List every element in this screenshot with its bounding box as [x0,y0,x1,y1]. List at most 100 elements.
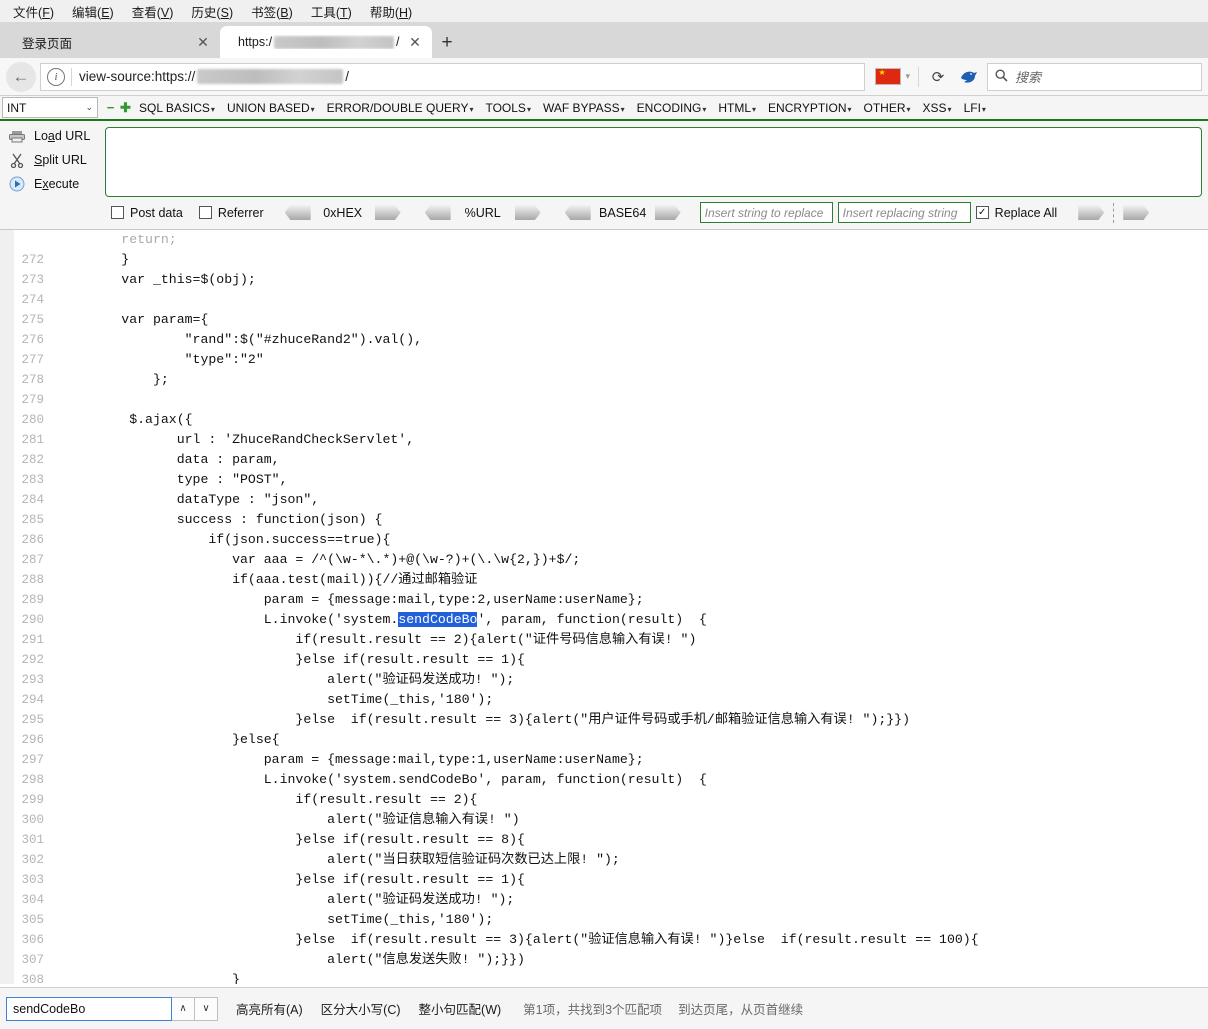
close-icon[interactable]: ✕ [406,33,424,51]
execute-button[interactable]: Execute [8,175,105,193]
source-line: 292 }else if(result.result == 1){ [0,650,1208,670]
source-line: 294 setTime(_this,'180'); [0,690,1208,710]
redacted-host [197,69,344,84]
hackbar-menu-lfi[interactable]: LFI▾ [958,101,992,115]
encode-url-button[interactable] [514,205,541,220]
source-line: 274 [0,290,1208,310]
tab-strip: 登录页面 ✕ https:// ✕ + [0,22,1208,58]
source-view[interactable]: return; 272 } 273 var _this=$(obj); 274 275 … [0,230,1208,984]
referrer-checkbox-group[interactable]: Referrer [198,206,264,220]
source-line: 303 }else if(result.result == 1){ [0,870,1208,890]
source-line: 305 setTime(_this,'180'); [0,910,1208,930]
find-previous-button[interactable]: ∧ [172,996,195,1021]
replace-apply-all-button[interactable] [1123,205,1150,220]
bird-extension-icon[interactable] [953,63,983,91]
encoder-base64: BASE64 [560,205,686,220]
encoder-url: %URL [420,205,546,220]
hackbar-menu-tools[interactable]: TOOLS▾ [479,101,536,115]
hackbar-menu-encryption[interactable]: ENCRYPTION▾ [762,101,857,115]
chevron-down-icon: ▾ [752,104,757,114]
post-data-checkbox[interactable] [111,206,124,219]
replace-search-input[interactable]: Insert string to replace [699,202,833,223]
menu-item-bookmarks[interactable]: 书签(B) [242,0,302,23]
line-content: "rand":$("#zhuceRand2").val(), [58,332,423,347]
decode-url-button[interactable] [424,205,451,220]
match-whole-words-button[interactable]: 整小句匹配(W) [419,999,502,1018]
source-line: 296 }else{ [0,730,1208,750]
replace-with-input[interactable]: Insert replacing string [837,202,971,223]
hackbar-menu-union-based[interactable]: UNION BASED▾ [221,101,321,115]
hackbar-menu-sql-basics[interactable]: SQL BASICS▾ [133,101,221,115]
tab-title-active: https:// [238,35,400,49]
search-input[interactable]: 搜索 [1015,67,1041,86]
line-content: alert("信息发送失败! ");}}) [58,952,525,967]
menu-item-help[interactable]: 帮助(H) [361,0,421,23]
source-line: 280 $.ajax({ [0,410,1208,430]
line-content: dataType : "json", [58,492,320,507]
find-input[interactable]: sendCodeBo [6,996,172,1021]
split-url-button[interactable]: Split URL [8,151,105,169]
source-line: 291 if(result.result == 2){alert("证件号码信息… [0,630,1208,650]
line-content: }else if(result.result == 1){ [58,872,525,887]
menu-item-file[interactable]: 文件(F) [4,0,63,23]
menu-item-view[interactable]: 查看(V) [123,0,183,23]
chevron-down-icon[interactable]: ▾ [905,71,910,82]
play-icon [8,175,26,193]
decode-hex-button[interactable] [284,205,311,220]
load-url-button[interactable]: Load URL [8,127,105,145]
int-type-select[interactable]: INT ⌄ [2,97,98,118]
menu-item-tools[interactable]: 工具(T) [302,0,361,23]
source-line: 299 if(result.result == 2){ [0,790,1208,810]
language-flag-button[interactable]: ▾ [871,68,914,85]
decrement-button[interactable]: − [103,100,118,115]
encode-hex-button[interactable] [374,205,401,220]
menu-item-history[interactable]: 历史(S) [182,0,242,23]
line-content: alert("验证信息输入有误! ") [58,812,520,827]
hackbar-menu-xss[interactable]: XSS▾ [917,101,958,115]
hackbar-menu-other[interactable]: OTHER▾ [858,101,917,115]
chevron-down-icon: ▾ [310,104,315,114]
back-arrow-icon[interactable]: ← [6,61,36,92]
hackbar-menu-encoding[interactable]: ENCODING▾ [631,101,713,115]
tab-view-source[interactable]: https:// ✕ [220,26,432,58]
find-next-button[interactable]: ∨ [195,996,218,1021]
line-content: }else if(result.result == 3){alert("用户证件… [58,712,911,727]
replace-all-checkbox-group[interactable]: ✓ Replace All [975,206,1057,220]
source-line-partial: return; [0,230,1208,250]
line-content: }else if(result.result == 1){ [58,652,525,667]
search-bar[interactable]: 搜索 [987,62,1202,91]
url-textarea[interactable] [105,127,1202,197]
bird-glyph [960,71,977,83]
hackbar-menu-waf-bypass[interactable]: WAF BYPASS▾ [537,101,631,115]
post-data-checkbox-group[interactable]: Post data [111,206,183,220]
line-content: } [58,252,130,267]
scissors-icon [8,151,26,169]
encode-base64-button[interactable] [654,205,681,220]
chevron-down-icon: ▾ [620,104,625,114]
increment-button[interactable]: ✚ [118,100,133,116]
base64-label: BASE64 [599,205,647,220]
match-case-button[interactable]: 区分大小写(C) [321,999,401,1018]
find-status-text: 第1项，共找到3个匹配项 [523,1003,663,1017]
menu-item-edit[interactable]: 编辑(E) [63,0,123,23]
search-icon [995,68,1008,85]
hackbar-menu-error-double-query[interactable]: ERROR/DOUBLE QUERY▾ [321,101,480,115]
highlight-all-button[interactable]: 高亮所有(A) [236,999,303,1018]
address-bar[interactable]: i view-source:https:/// [40,62,866,91]
line-content: alert("验证码发送成功! "); [58,672,515,687]
hackbar-menu-html[interactable]: HTML▾ [712,101,762,115]
chevron-down-icon: ▾ [702,104,707,114]
tab-login-page[interactable]: 登录页面 ✕ [4,26,220,58]
replace-apply-button[interactable] [1078,205,1105,220]
close-icon[interactable]: ✕ [194,33,212,51]
source-code-table: return; 272 } 273 var _this=$(obj); 274 275 … [0,230,1208,984]
replace-all-checkbox[interactable]: ✓ [975,206,989,219]
referrer-checkbox[interactable] [198,206,212,219]
new-tab-button[interactable]: + [432,28,462,58]
line-content: var param={ [58,312,209,327]
page-info-icon[interactable]: i [47,67,65,86]
decode-base64-button[interactable] [564,205,591,220]
line-content: data : param, [58,452,280,467]
reload-icon[interactable]: ⟳ [923,63,953,91]
post-data-label: Post data [130,205,183,220]
